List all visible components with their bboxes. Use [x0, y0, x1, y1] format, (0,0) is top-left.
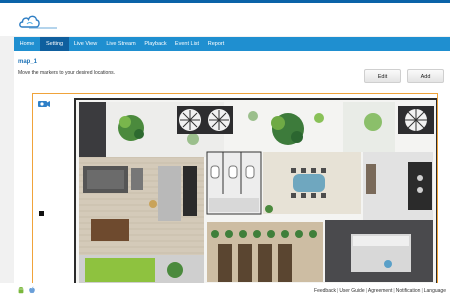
- nav-home[interactable]: Home: [14, 37, 40, 51]
- floor-plan-canvas[interactable]: [32, 93, 438, 286]
- footer-link-user-guide[interactable]: User Guide: [339, 288, 364, 294]
- footer-link-notification[interactable]: Notification: [396, 288, 421, 294]
- add-button[interactable]: Add: [407, 69, 444, 83]
- footer-link-agreement[interactable]: Agreement: [368, 288, 392, 294]
- nav-report[interactable]: Report: [203, 37, 229, 51]
- map-instructions: Move the markers to your desired locatio…: [18, 70, 115, 76]
- header: [0, 3, 450, 36]
- footer-links: Feedback|User Guide|Agreement|Notificati…: [314, 288, 446, 294]
- android-icon[interactable]: [17, 286, 25, 294]
- footer-link-feedback[interactable]: Feedback: [314, 288, 336, 294]
- edit-button[interactable]: Edit: [364, 69, 401, 83]
- nav-setting[interactable]: Setting: [40, 37, 69, 51]
- main-navigation: Home Setting Live View Live Stream Playb…: [14, 37, 450, 51]
- camera-marker-icon[interactable]: [37, 99, 51, 110]
- floor-plan-image: [39, 98, 437, 285]
- nav-live-stream[interactable]: Live Stream: [102, 37, 140, 51]
- map-title: map_1: [18, 59, 38, 65]
- nav-event-list[interactable]: Event List: [171, 37, 203, 51]
- nav-live-view[interactable]: Live View: [69, 37, 102, 51]
- apple-icon[interactable]: [28, 286, 36, 294]
- brand-logo[interactable]: [18, 11, 60, 33]
- nav-playback[interactable]: Playback: [140, 37, 171, 51]
- footer-link-language[interactable]: Language: [424, 288, 446, 294]
- cloud-logo-icon: [19, 15, 57, 29]
